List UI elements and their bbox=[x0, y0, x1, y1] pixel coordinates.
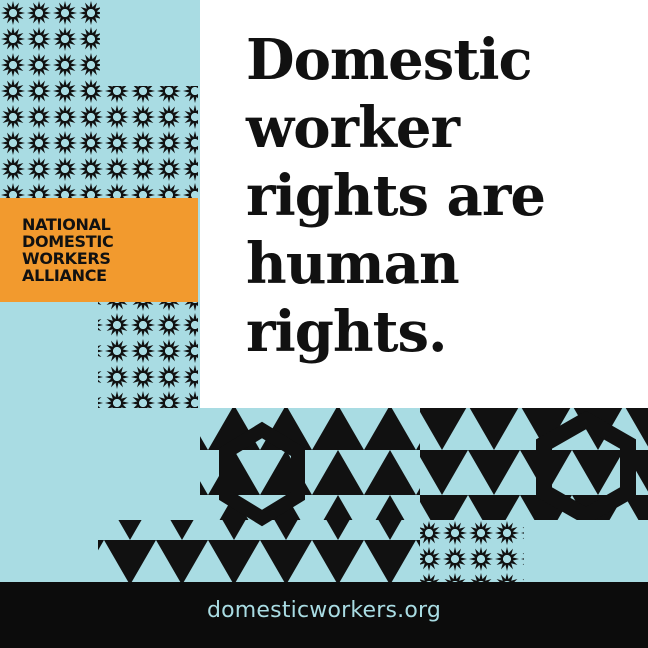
star-pattern-bottom-middle bbox=[420, 520, 524, 582]
plain-block-bottom-right bbox=[524, 520, 648, 582]
star-pattern-top-left bbox=[0, 0, 100, 86]
star-pattern-under-logo bbox=[98, 302, 198, 408]
logo: NATIONAL DOMESTIC WORKERS ALLIANCE bbox=[0, 198, 198, 302]
logo-line-4: ALLIANCE bbox=[22, 266, 107, 285]
triangle-pattern-bottom-left bbox=[98, 520, 420, 582]
headline: Domestic worker rights are human rights. bbox=[246, 27, 546, 365]
website-url: domesticworkers.org bbox=[206, 598, 442, 623]
star-pattern-left-column bbox=[0, 86, 198, 198]
footer-bar: domesticworkers.org bbox=[0, 582, 648, 648]
headline-panel: Domestic worker rights are human rights. bbox=[200, 0, 648, 408]
logo-line-3: WORKERS bbox=[22, 249, 111, 268]
poster: Domestic worker rights are human rights.… bbox=[0, 0, 648, 648]
logo-line-2: DOMESTIC bbox=[22, 232, 114, 251]
logo-wordmark: NATIONAL DOMESTIC WORKERS ALLIANCE bbox=[22, 215, 114, 285]
logo-line-1: NATIONAL bbox=[22, 215, 111, 234]
